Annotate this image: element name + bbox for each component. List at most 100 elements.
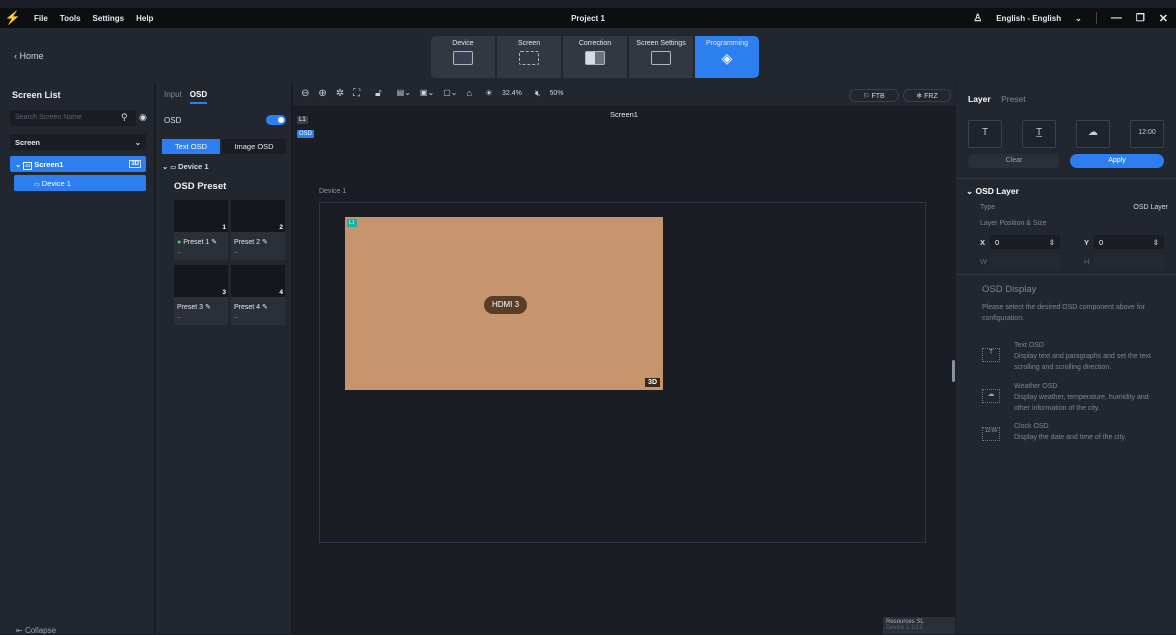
stepper-icon[interactable]: ⇳ (1049, 238, 1055, 247)
clock-osd-desc: Display the date and time of the city. (1014, 434, 1127, 441)
tab-device[interactable]: Device (431, 36, 495, 78)
screen-icon: ▭ (23, 162, 33, 170)
device-icon (453, 51, 473, 65)
osd-layer-header[interactable]: ⌄ OSD Layer (966, 186, 1019, 197)
window-icon[interactable]: ▢⌄ (443, 88, 457, 99)
3d-badge: 3D (129, 160, 141, 168)
y-input[interactable]: 0 ⇳ (1094, 235, 1164, 249)
clear-button[interactable]: Clear (968, 154, 1060, 168)
tab-preset[interactable]: Preset (1001, 94, 1026, 104)
text-scroll-osd-icon[interactable]: T̲ (1022, 120, 1056, 148)
tab-programming-label: Programming (705, 40, 748, 47)
resources-value: Device 1 1/12 (886, 625, 923, 631)
preset-thumbnail (174, 200, 228, 232)
image-osd-button[interactable]: Image OSD (222, 139, 286, 154)
text-osd-title: Text OSD (1014, 342, 1044, 349)
eye-icon[interactable]: ◉ (139, 112, 147, 123)
h-input[interactable] (1094, 254, 1164, 268)
screen-list-panel: Screen List Search Screen Name ⚲ ◉ Scree… (0, 84, 155, 635)
frz-button[interactable]: ❄ FRZ (903, 89, 951, 102)
preset-card[interactable]: 2 Preset 2 ✎ -- (231, 200, 285, 260)
x-input[interactable]: 0 ⇳ (990, 235, 1060, 249)
tab-osd[interactable]: OSD (189, 90, 208, 104)
tab-screen-settings[interactable]: Screen Settings (629, 36, 693, 78)
preset-name: Preset 2 (234, 239, 261, 246)
home-button[interactable]: ‹ Home (14, 51, 44, 61)
menu-tools[interactable]: Tools (60, 14, 81, 23)
osd-panel: Input OSD OSD Text OSD Image OSD ⌄ ▭ Dev… (156, 84, 292, 634)
tab-screen[interactable]: Screen (497, 36, 561, 78)
menu-bar: File Tools Settings Help (34, 14, 153, 23)
preset-thumbnail (231, 200, 285, 232)
tree-item-device1[interactable]: ▭ Device 1 (14, 175, 146, 191)
edit-icon[interactable]: ✎ (211, 239, 217, 246)
apply-button[interactable]: Apply (1070, 154, 1164, 168)
fullscreen-icon[interactable]: ⛶ (353, 88, 360, 99)
search-icon[interactable]: ⚲ (121, 112, 128, 123)
layer-chip-osd[interactable]: OSD (297, 130, 315, 138)
divider (1095, 12, 1097, 24)
menu-settings[interactable]: Settings (93, 14, 125, 23)
tab-correction[interactable]: Correction (563, 36, 627, 78)
edit-icon[interactable]: ✎ (262, 239, 268, 246)
device-group-label: Device 1 (178, 162, 209, 171)
layer-order-icon[interactable]: ▤⌄ (397, 88, 411, 99)
hdmi-layer[interactable]: L1 HDMI 3 3D (345, 217, 663, 390)
search-input[interactable]: Search Screen Name (10, 110, 136, 126)
weather-osd-icon[interactable]: ☁ (1076, 120, 1110, 148)
screen-type-select[interactable]: Screen ⌄ (10, 134, 146, 150)
device-group[interactable]: ⌄ ▭ Device 1 (162, 162, 209, 171)
preset-label: Preset 4 ✎ (234, 303, 268, 311)
tab-programming[interactable]: Programming ◈ (695, 36, 759, 78)
osd-label: OSD (164, 116, 182, 125)
tab-layer[interactable]: Layer (968, 94, 991, 104)
preset-card[interactable]: 1 ● Preset 1 ✎ -- (174, 200, 228, 260)
h-label: H (1084, 257, 1090, 266)
frz-label: FRZ (924, 93, 938, 100)
zoom-in-icon[interactable]: ⊕ (318, 88, 326, 99)
y-value: 0 (1099, 238, 1104, 247)
language-select[interactable]: English - English (996, 14, 1061, 23)
text-osd-button[interactable]: Text OSD (162, 139, 220, 154)
clear-canvas-icon[interactable]: ⌂ (466, 88, 471, 99)
chevron-down-icon[interactable]: ⌄ (1075, 14, 1082, 23)
preset-card[interactable]: 4 Preset 4 ✎ -- (231, 265, 285, 325)
osd-toggle[interactable] (266, 115, 286, 125)
preset-label: ● Preset 1 ✎ (177, 238, 217, 246)
scrollbar[interactable] (952, 360, 955, 382)
tab-input[interactable]: Input (164, 90, 182, 104)
clock-osd-icon[interactable]: 12:00 (1130, 120, 1164, 148)
close-icon[interactable]: ✕ (1159, 12, 1168, 25)
brightness-value[interactable]: 32.4% (502, 88, 522, 99)
device-item-label: Device 1 (41, 179, 71, 188)
minimize-icon[interactable]: — (1111, 12, 1122, 24)
stepper-icon[interactable]: ⇳ (1153, 238, 1159, 247)
screen-grid-icon (519, 51, 539, 65)
align-icon[interactable]: ▣⌄ (420, 88, 434, 99)
weather-osd-item: Weather OSD Display weather, temperature… (1014, 381, 1164, 414)
fit-icon[interactable]: ✲ (336, 88, 344, 99)
ftb-icon: ⚐ (863, 93, 870, 100)
restore-icon[interactable]: ❐ (1136, 13, 1145, 24)
preset-name: Preset 3 (177, 304, 204, 311)
preset-card[interactable]: 3 Preset 3 ✎ -- (174, 265, 228, 325)
device-icon: ▭ (34, 182, 40, 188)
edit-icon[interactable]: ✎ (262, 304, 268, 311)
preset-name: Preset 4 (234, 304, 261, 311)
layer-chip: L1 (347, 219, 357, 227)
menu-help[interactable]: Help (136, 14, 153, 23)
screen-type-value: Screen (15, 138, 41, 147)
volume-value[interactable]: 50% (550, 88, 564, 99)
volume-icon[interactable]: 🔇︎ (535, 88, 541, 99)
w-input[interactable] (990, 254, 1060, 268)
lock-icon[interactable]: 🔓︎ (375, 88, 381, 99)
device-name: Device 1 (319, 188, 347, 195)
brightness-icon[interactable]: ☀︎ (485, 88, 493, 99)
zoom-out-icon[interactable]: ⊖ (301, 88, 309, 99)
tree-item-screen1[interactable]: ⌄ ▭ Screen1 3D (10, 156, 146, 172)
user-icon[interactable]: ♙ (973, 13, 982, 24)
edit-icon[interactable]: ✎ (205, 304, 211, 311)
text-osd-icon[interactable]: T (968, 120, 1002, 148)
menu-file[interactable]: File (34, 14, 48, 23)
ftb-button[interactable]: ⚐ FTB (849, 89, 899, 102)
